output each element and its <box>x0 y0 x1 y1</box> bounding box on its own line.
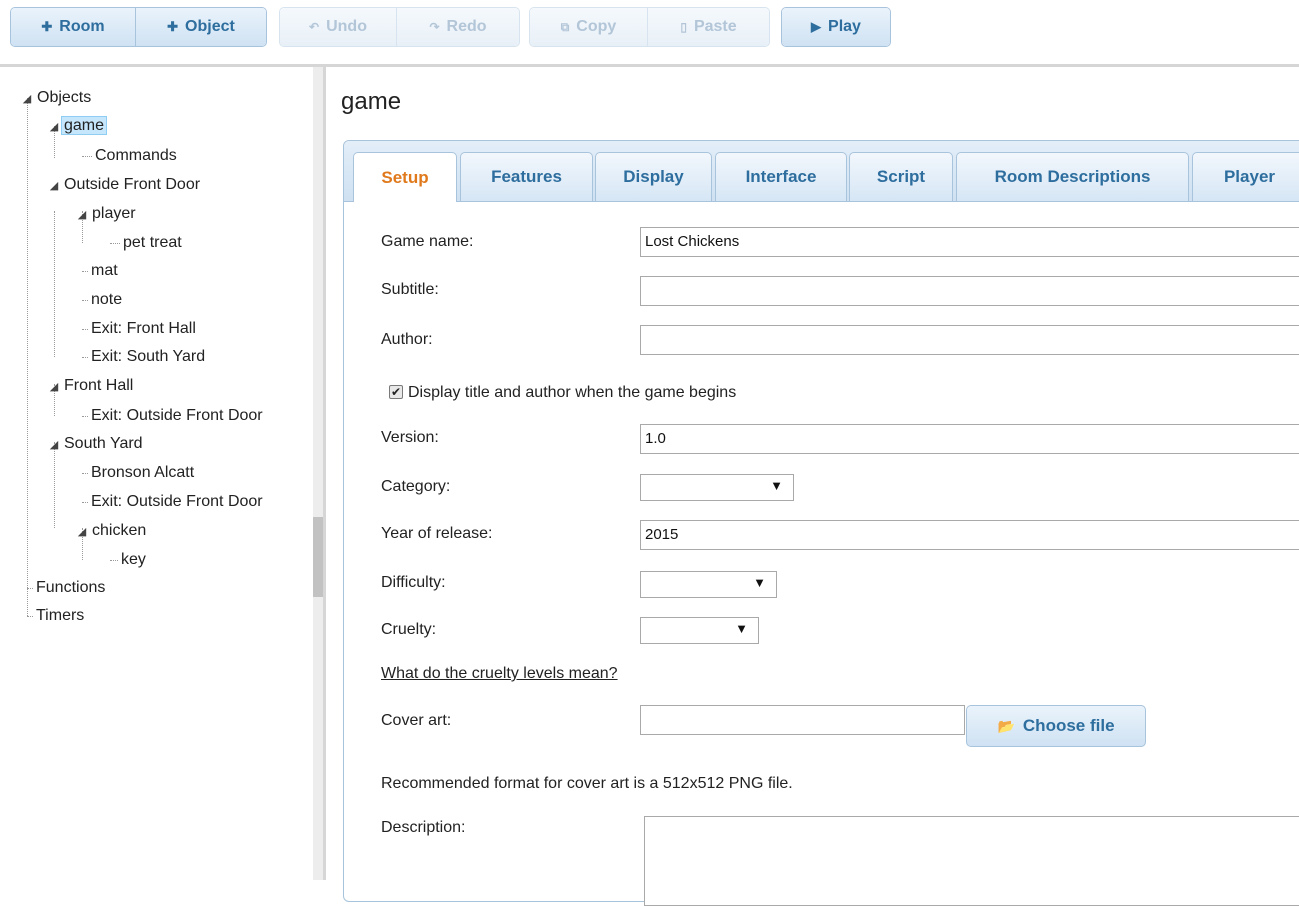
redo-arrow-icon: ↷ <box>429 20 440 34</box>
add-room-button[interactable]: ✚ Room <box>11 8 136 46</box>
tree-guide <box>110 243 120 244</box>
choose-file-button[interactable]: 📂 Choose file <box>966 705 1146 747</box>
cruelty-levels-link[interactable]: What do the cruelty levels mean? <box>381 665 618 683</box>
tree-item-exit-south-yard[interactable]: Exit: South Yard <box>88 343 208 371</box>
dropdown-arrow-icon: ▼ <box>770 478 783 493</box>
display-title-label: Display title and author when the game b… <box>408 384 737 401</box>
expanded-triangle-icon[interactable]: ◢ <box>47 373 61 401</box>
tab-room-descriptions[interactable]: Room Descriptions <box>956 152 1189 201</box>
tab-setup[interactable]: Setup <box>353 152 457 202</box>
paste-button[interactable]: ▯ Paste <box>648 8 769 46</box>
cruelty-label: Cruelty: <box>381 621 437 638</box>
tree-item-commands[interactable]: Commands <box>92 142 180 170</box>
tree-item-exit-outside-front-door[interactable]: Exit: Outside Front Door <box>88 402 266 430</box>
tree-item-mat[interactable]: mat <box>88 257 121 285</box>
tree-item-pet-treat[interactable]: pet treat <box>120 229 185 257</box>
tree-item-bronson-alcatt[interactable]: Bronson Alcatt <box>88 459 197 487</box>
dropdown-arrow-icon: ▼ <box>753 575 766 590</box>
tree-item-note[interactable]: note <box>88 286 125 314</box>
cruelty-select[interactable]: ▼ <box>640 617 759 644</box>
cover-art-input[interactable] <box>640 705 965 735</box>
play-icon: ▶ <box>811 19 822 34</box>
tree-item-key[interactable]: key <box>118 546 149 574</box>
tree-item-functions[interactable]: Functions <box>33 574 108 602</box>
plus-icon: ✚ <box>41 19 53 34</box>
tree-item-timers[interactable]: Timers <box>33 602 87 630</box>
year-input[interactable]: 2015 <box>640 520 1299 550</box>
tree-item-game[interactable]: ◢ game <box>47 112 108 141</box>
subtitle-input[interactable] <box>640 276 1299 306</box>
pane-splitter[interactable] <box>323 67 326 880</box>
expanded-triangle-icon[interactable]: ◢ <box>47 431 61 459</box>
tree-item-objects[interactable]: ◢ Objects <box>20 84 94 112</box>
category-label: Category: <box>381 478 451 495</box>
display-title-checkbox[interactable]: ✔ <box>389 385 403 399</box>
tree-item-outside-front-door[interactable]: ◢ Outside Front Door <box>47 171 203 199</box>
copy-button[interactable]: ⧉ Copy <box>530 8 648 46</box>
difficulty-select[interactable]: ▼ <box>640 571 777 598</box>
tab-player[interactable]: Player <box>1192 152 1299 201</box>
editor-title: game <box>341 88 402 115</box>
clipboard-icon: ▯ <box>680 20 687 34</box>
expanded-triangle-icon[interactable]: ◢ <box>20 85 34 113</box>
cover-art-label: Cover art: <box>381 712 452 729</box>
author-label: Author: <box>381 331 433 348</box>
plus-icon: ✚ <box>167 19 179 34</box>
tab-features[interactable]: Features <box>460 152 593 201</box>
tab-script[interactable]: Script <box>849 152 953 201</box>
subtitle-label: Subtitle: <box>381 281 439 298</box>
category-select[interactable]: ▼ <box>640 474 794 501</box>
play-button-group: ▶ Play <box>781 7 891 47</box>
version-input[interactable]: 1.0 <box>640 424 1299 454</box>
tab-interface[interactable]: Interface <box>715 152 847 201</box>
undo-arrow-icon: ↶ <box>309 20 320 34</box>
tree-item-exit-outside-front-door[interactable]: Exit: Outside Front Door <box>88 488 266 516</box>
clipboard-group: ⧉ Copy ▯ Paste <box>529 7 770 47</box>
undo-button[interactable]: ↶ Undo <box>280 8 397 46</box>
tab-display[interactable]: Display <box>595 152 712 201</box>
dropdown-arrow-icon: ▼ <box>735 621 748 636</box>
version-label: Version: <box>381 429 439 446</box>
object-tree: ◢ Objects ◢ game Commands ◢ Outside Front D… <box>0 67 314 880</box>
tree-guide <box>54 211 55 357</box>
expanded-triangle-icon[interactable]: ◢ <box>75 518 89 546</box>
author-input[interactable] <box>640 325 1299 355</box>
cover-art-note: Recommended format for cover art is a 51… <box>381 775 793 792</box>
tree-item-chicken[interactable]: ◢ chicken <box>75 517 149 545</box>
expanded-triangle-icon[interactable]: ◢ <box>75 201 89 229</box>
game-name-input[interactable]: Lost Chickens <box>640 227 1299 257</box>
tree-item-player[interactable]: ◢ player <box>75 200 139 228</box>
tree-item-south-yard[interactable]: ◢ South Yard <box>47 430 146 458</box>
description-textarea[interactable] <box>644 816 1299 906</box>
tree-guide <box>110 560 118 561</box>
add-button-group: ✚ Room ✚ Object <box>10 7 267 47</box>
undo-redo-group: ↶ Undo ↷ Redo <box>279 7 520 47</box>
tree-guide <box>27 98 28 616</box>
play-button[interactable]: ▶ Play <box>782 8 890 46</box>
description-label: Description: <box>381 819 466 836</box>
expanded-triangle-icon[interactable]: ◢ <box>47 172 61 200</box>
tree-guide <box>82 156 92 157</box>
toolbar: ✚ Room ✚ Object ↶ Undo ↷ Redo ⧉ Copy ▯ P… <box>0 0 1299 62</box>
tab-bar: Setup Features Display Interface Script … <box>344 141 1299 202</box>
difficulty-label: Difficulty: <box>381 574 446 591</box>
tree-scrollbar[interactable] <box>313 67 323 880</box>
redo-button[interactable]: ↷ Redo <box>397 8 519 46</box>
tree-item-exit-front-hall[interactable]: Exit: Front Hall <box>88 315 199 343</box>
copy-icon: ⧉ <box>560 19 570 34</box>
year-label: Year of release: <box>381 525 493 542</box>
tree-scrollbar-thumb[interactable] <box>313 517 323 597</box>
game-name-label: Game name: <box>381 233 474 250</box>
add-object-button[interactable]: ✚ Object <box>136 8 266 46</box>
tree-item-front-hall[interactable]: ◢ Front Hall <box>47 372 136 400</box>
folder-open-icon: 📂 <box>997 717 1015 734</box>
expanded-triangle-icon[interactable]: ◢ <box>47 113 61 141</box>
